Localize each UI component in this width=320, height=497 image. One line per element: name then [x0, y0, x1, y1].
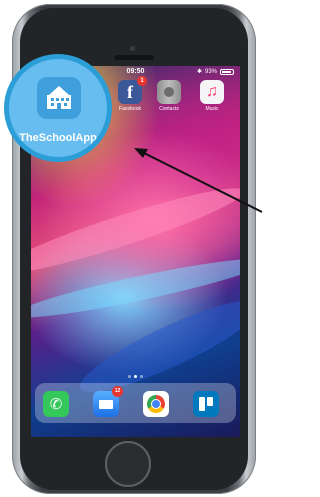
pointer-arrow: [134, 148, 263, 213]
